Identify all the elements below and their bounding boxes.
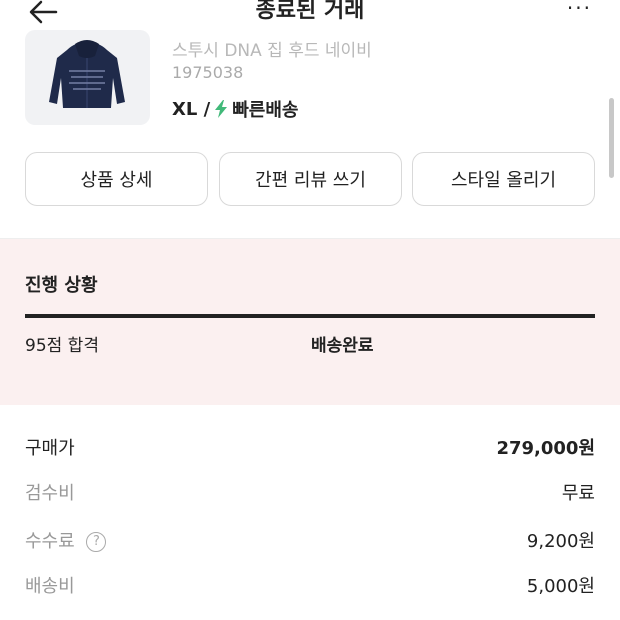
product-options: XL / 빠른배송 bbox=[172, 96, 298, 122]
fast-shipping-label: 빠른배송 bbox=[232, 100, 299, 121]
delivery-status: 배송완료 bbox=[311, 336, 374, 356]
progress-bar bbox=[25, 314, 595, 318]
page-title: 종료된 거래 bbox=[255, 0, 365, 23]
product-name: 스투시 DNA 집 후드 네이비 bbox=[172, 41, 372, 61]
progress-section: 진행 상황 95점 합격 배송완료 bbox=[0, 238, 620, 405]
inspection-result: 95점 합격 bbox=[25, 336, 99, 356]
header-bar: 종료된 거래 ··· bbox=[0, 0, 620, 32]
commission-label-wrap: 수수료 ? bbox=[25, 527, 107, 553]
commission-value: 9,200원 bbox=[526, 531, 595, 552]
action-buttons: 상품 상세 간편 리뷰 쓰기 스타일 올리기 bbox=[25, 152, 595, 206]
purchase-price-label: 구매가 bbox=[25, 438, 75, 459]
product-thumbnail[interactable] bbox=[25, 30, 150, 125]
shipping-fee-row: 배송비 5,000원 bbox=[25, 570, 595, 600]
lightning-icon bbox=[213, 99, 229, 119]
quick-review-button[interactable]: 간편 리뷰 쓰기 bbox=[219, 152, 402, 206]
product-code: 1975038 bbox=[172, 63, 244, 82]
purchase-price-value: 279,000원 bbox=[496, 438, 595, 459]
commission-label: 수수료 bbox=[25, 531, 75, 552]
shipping-fee-value: 5,000원 bbox=[526, 576, 595, 597]
inspection-fee-row: 검수비 무료 bbox=[25, 477, 595, 507]
size-label: XL / bbox=[172, 98, 211, 120]
product-detail-button[interactable]: 상품 상세 bbox=[25, 152, 208, 206]
post-style-button[interactable]: 스타일 올리기 bbox=[412, 152, 595, 206]
help-question-icon[interactable]: ? bbox=[86, 532, 107, 552]
inspection-fee-label: 검수비 bbox=[25, 483, 75, 504]
shipping-fee-label: 배송비 bbox=[25, 576, 75, 597]
progress-title: 진행 상황 bbox=[25, 275, 98, 296]
purchase-price-row: 구매가 279,000원 bbox=[25, 432, 595, 462]
inspection-fee-value: 무료 bbox=[561, 483, 595, 504]
scrollbar[interactable] bbox=[609, 98, 614, 178]
more-options-icon[interactable]: ··· bbox=[567, 0, 592, 20]
commission-row: 수수료 ? 9,200원 bbox=[25, 525, 595, 555]
